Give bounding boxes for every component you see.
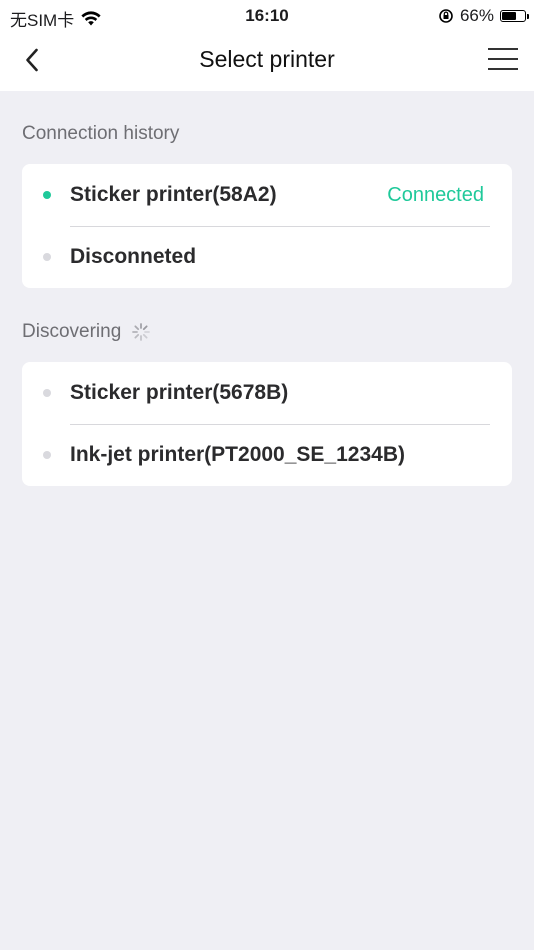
status-dot — [43, 253, 51, 261]
history-item-sticker-printer[interactable]: Sticker printer(58A2) Connected — [22, 164, 512, 226]
discovering-header-label: Discovering — [22, 321, 122, 342]
battery-icon — [500, 10, 529, 22]
status-dot — [43, 191, 51, 199]
history-item-disconnected[interactable]: Disconneted — [22, 226, 512, 288]
spinner-tick — [143, 325, 148, 331]
spinner-tick — [134, 333, 140, 339]
printer-name: Disconneted — [70, 245, 197, 268]
loading-spinner-icon — [132, 323, 151, 341]
history-card: Sticker printer(58A2) Connected Disconne… — [22, 164, 512, 288]
printer-name: Sticker printer(5678B) — [70, 381, 289, 404]
status-bar: 无SIM卡 16:10 66% — [0, 0, 534, 30]
discovering-card: Sticker printer(5678B) Ink-jet printer(P… — [22, 362, 512, 486]
menu-button[interactable] — [486, 44, 520, 74]
page-title: Select printer — [199, 46, 335, 72]
status-dot — [43, 389, 51, 397]
history-header-label: Connection history — [22, 123, 180, 144]
spinner-tick — [134, 325, 140, 331]
battery-percent: 66% — [459, 6, 494, 25]
printer-name: Ink-jet printer(PT2000_SE_1234B) — [70, 443, 405, 466]
orientation-lock-icon — [439, 9, 453, 23]
status-right: 66% — [438, 6, 529, 26]
printer-name: Sticker printer(58A2) — [70, 183, 277, 206]
discovered-item-inkjet-printer[interactable]: Ink-jet printer(PT2000_SE_1234B) — [22, 424, 512, 486]
status-dot — [43, 451, 51, 459]
hamburger-menu-icon — [488, 48, 518, 70]
section-header-discovering: Discovering — [22, 321, 151, 343]
spinner-tick — [143, 333, 148, 339]
section-header-history: Connection history — [22, 123, 179, 145]
discovered-item-sticker-printer[interactable]: Sticker printer(5678B) — [22, 362, 512, 424]
nav-bar: Select printer — [0, 30, 534, 91]
battery-fill — [502, 12, 516, 20]
connection-status: Connected — [387, 184, 484, 206]
